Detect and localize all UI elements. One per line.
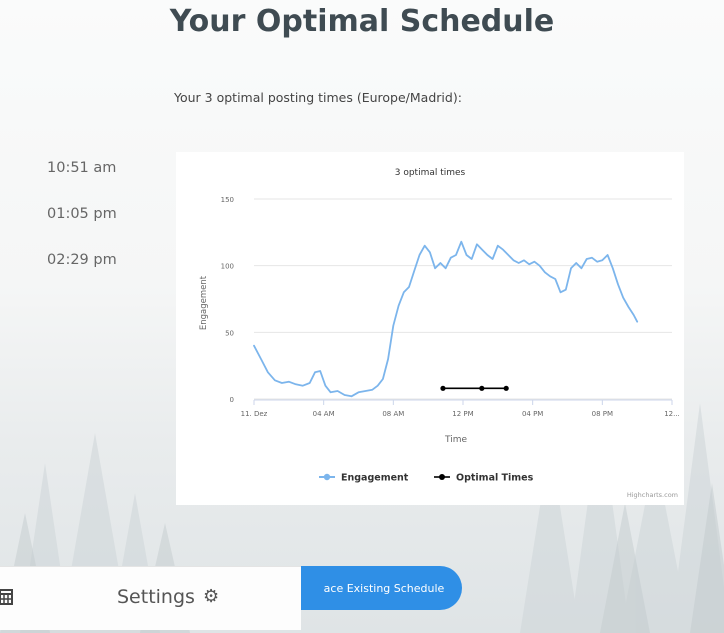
optimal-time-point[interactable] [440,385,446,391]
legend-marker [439,474,445,480]
y-tick-label: 0 [230,396,234,404]
y-tick-label: 50 [225,329,234,337]
x-tick-label: 12 PM [452,410,473,418]
optimal-time-point[interactable] [479,385,485,391]
y-tick-label: 100 [221,263,234,271]
optimal-time-item: 01:05 pm [47,206,117,222]
chart-svg: 3 optimal times 0 50 100 150 11. Dez 04 AM 08… [199,168,680,499]
optimal-time-item: 10:51 am [47,160,117,176]
x-tick-label: 11. Dez [241,410,268,418]
x-tick-label: 08 PM [592,410,613,418]
replace-existing-schedule-button[interactable]: ace Existing Schedule [280,566,462,610]
calendar-grid-icon[interactable] [0,589,14,605]
legend-label-engagement: Engagement [341,473,409,484]
gear-icon: ⚙ [202,586,220,607]
legend-item-optimal-times[interactable]: Optimal Times [434,473,534,484]
bottom-toolbar: Settings ⚙ [0,566,301,630]
x-axis-label: Time [444,435,467,445]
optimal-time-item: 02:29 pm [47,252,117,268]
chart-credits[interactable]: Highcharts.com [627,491,678,499]
engagement-chart: 3 optimal times 0 50 100 150 11. Dez 04 AM 08… [176,152,684,505]
legend-label-optimal-times: Optimal Times [456,473,534,484]
x-tick-label: 04 PM [522,410,543,418]
page-title: Your Optimal Schedule [169,4,555,39]
y-axis-label: Engagement [199,275,209,330]
chart-legend: Engagement Optimal Times [319,473,534,484]
legend-marker [323,473,331,481]
y-tick-label: 150 [221,196,234,204]
x-tick-label: 08 AM [382,410,404,418]
page-subtitle: Your 3 optimal posting times (Europe/Mad… [174,90,462,105]
legend-item-engagement[interactable]: Engagement [319,473,409,484]
x-tick-label: 12... [664,410,680,418]
optimal-times-list: 10:51 am 01:05 pm 02:29 pm [47,158,117,296]
optimal-time-point[interactable] [503,385,509,391]
x-tick-label: 04 AM [313,410,335,418]
settings-label: Settings [117,586,195,608]
chart-title: 3 optimal times [395,168,466,178]
settings-link[interactable]: Settings ⚙ [117,584,219,610]
engagement-series-line[interactable] [253,240,639,398]
